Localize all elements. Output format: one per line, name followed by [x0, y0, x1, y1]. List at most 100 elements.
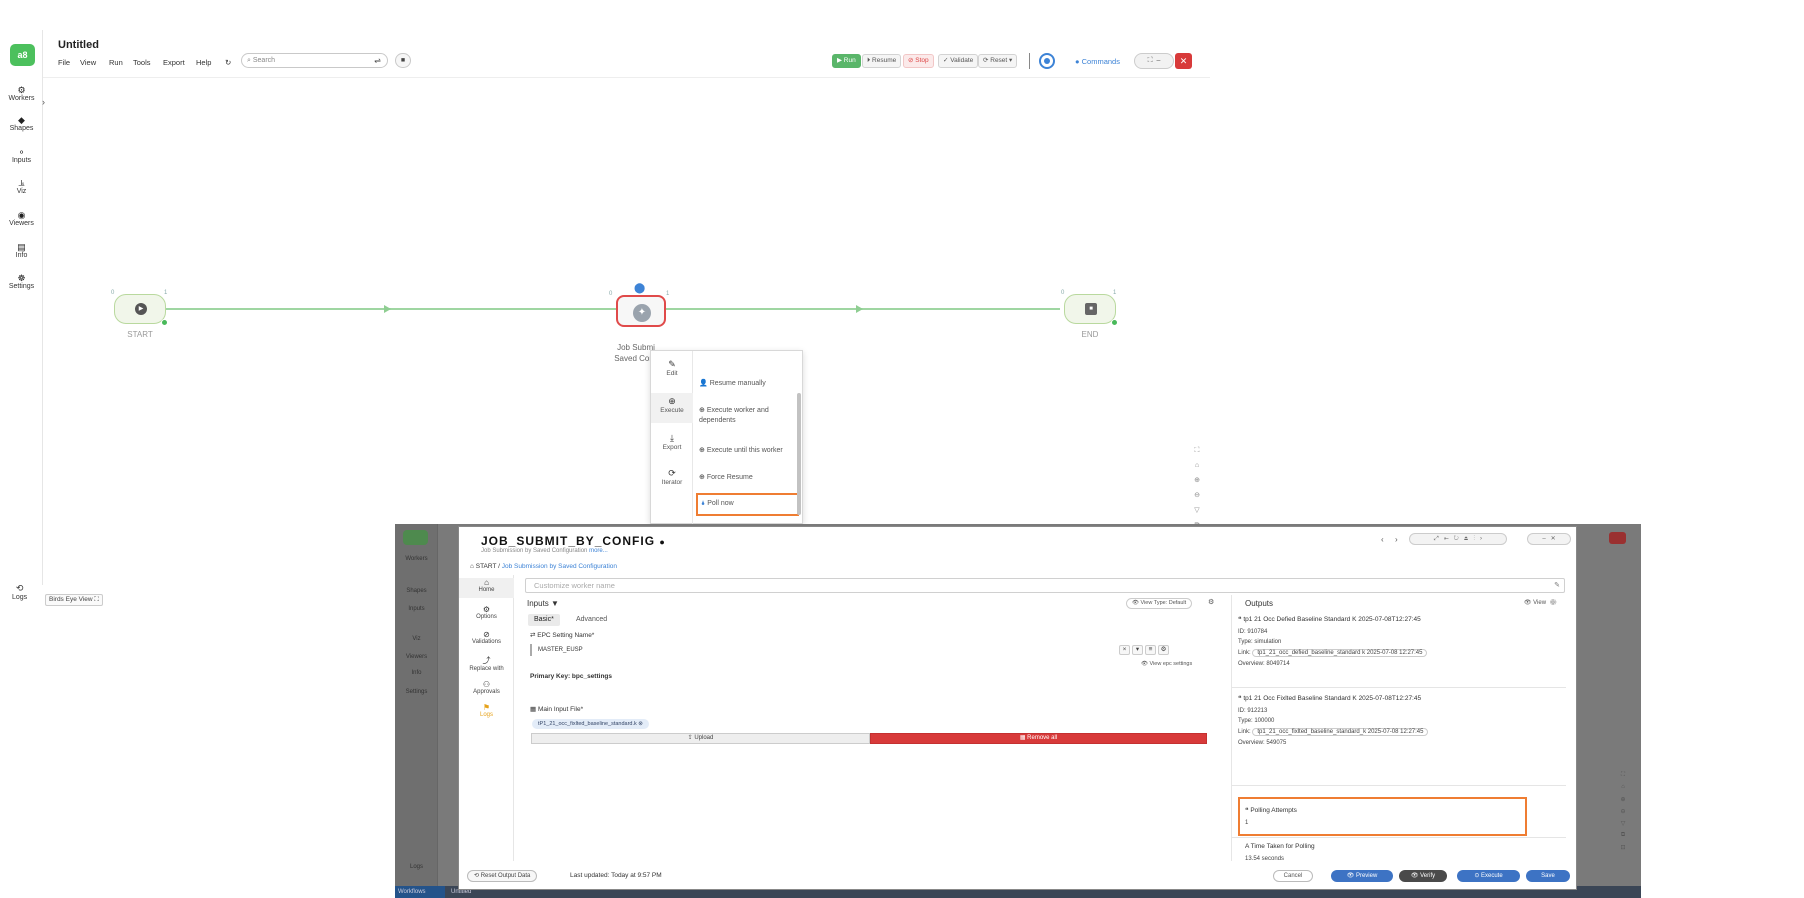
validate-button[interactable]: ✓ Validate [938, 54, 979, 68]
dialog-window-controls[interactable]: – ✕ [1527, 533, 1571, 545]
context-menu-scrollbar[interactable] [797, 393, 801, 515]
view-epc-settings-link[interactable]: 👁 View epc settings [1141, 661, 1192, 667]
job-submit-node[interactable]: ✦ [616, 295, 666, 327]
stop-button[interactable]: ⊘ Stop [903, 54, 934, 68]
end-node[interactable]: ■ [1064, 294, 1118, 326]
dialog-nav-replace-with[interactable]: ⤴ Replace with [459, 655, 514, 672]
birds-eye-view-button[interactable]: Birds Eye View ⛶ [45, 594, 103, 606]
run-button[interactable]: ▶ Run [832, 54, 861, 68]
dialog-action-controls[interactable]: ⤢ ⇤ ↻ ⏏ ⋮ › [1409, 533, 1507, 545]
sidebar-item-logs[interactable]: ⟲ Logs [12, 583, 27, 601]
force-resume-option[interactable]: ⊕ Force Resume [699, 473, 795, 483]
cancel-button[interactable]: Cancel [1273, 870, 1313, 882]
start-node[interactable]: ▶ [114, 294, 168, 326]
preview-button[interactable]: 👁 Preview [1331, 870, 1393, 882]
logs-icon: ⟲ [15, 583, 24, 593]
menu-help[interactable]: Help [196, 58, 211, 67]
menu-run[interactable]: Run [109, 58, 123, 67]
gear-icon: ⚙ [17, 85, 26, 95]
next-worker-chevron-icon[interactable]: › [1395, 535, 1398, 544]
remove-all-button[interactable]: ▦ Remove all [870, 733, 1207, 744]
chevron-down-icon[interactable]: ▾ [1132, 645, 1143, 655]
context-category-iterator[interactable]: ⟳ Iterator [651, 468, 693, 496]
input-file-chip[interactable]: tP1_21_occ_fixlted_baseline_standard.k ⊗ [532, 719, 649, 729]
arrow-icon [856, 305, 863, 313]
fit-icon[interactable]: ⛶ [1189, 443, 1205, 458]
info-icon[interactable]: ● [659, 537, 665, 547]
dialog-nav-approvals[interactable]: ⚇ Approvals [459, 680, 514, 695]
save-button[interactable]: Save [1526, 870, 1570, 882]
context-category-export[interactable]: ⤓ Export [651, 433, 693, 461]
upload-button[interactable]: ⇪ Upload [531, 733, 870, 744]
worker-name-input[interactable]: Customize worker name ✎ [525, 578, 1565, 593]
window-size-controls[interactable]: ⛶ – [1134, 53, 1174, 69]
user-icon: 👤 [699, 380, 708, 387]
eye-icon: ◉ [17, 210, 26, 220]
filter-icon[interactable]: ▽ [1189, 503, 1205, 518]
sidebar-item-viewers[interactable]: ◉ Viewers [0, 210, 43, 227]
bg-sidebar-item: Info [411, 670, 422, 676]
output-link[interactable]: tp1_21_occ_fixlted_baseline_standard_k 2… [1252, 728, 1429, 736]
poll-now-option[interactable]: 🌢 Poll now [696, 493, 799, 516]
resume-manually-option[interactable]: 👤 Resume manually [699, 379, 795, 389]
context-category-execute[interactable]: ⊕ Execute [651, 393, 693, 423]
validation-icon: ⊘ [483, 630, 490, 639]
dialog-footer: ⟲ Reset Output Data Last updated: Today … [459, 867, 1578, 889]
settings-icon[interactable]: ⚙ [1208, 598, 1214, 606]
dialog-nav-validations[interactable]: ⊘ Validations [459, 630, 514, 645]
settings-icon[interactable]: ⚙ [1549, 600, 1557, 606]
status-circle-icon[interactable] [1039, 53, 1055, 69]
view-type-selector[interactable]: 👁 View Type: Default [1126, 598, 1193, 609]
inputs-header[interactable]: Inputs ▼ [527, 599, 559, 608]
sidebar-item-viz[interactable]: ⫡ Viz [0, 178, 43, 195]
left-sidebar: a8 ⚙ Workers ◆ Shapes ⚬ Inputs ⫡ Viz ◉ V… [0, 30, 43, 601]
zoom-out-icon[interactable]: ⊖ [1189, 488, 1205, 503]
edit-icon[interactable]: ✎ [1554, 579, 1560, 592]
execute-until-worker-option[interactable]: ⊕ Execute until this worker [699, 446, 795, 456]
close-window-button[interactable]: ✕ [1175, 53, 1192, 69]
sidebar-item-settings[interactable]: ☸ Settings [0, 273, 43, 290]
tab-advanced[interactable]: Advanced [570, 614, 613, 626]
expand-sidebar-chevron-icon[interactable]: › [42, 97, 45, 107]
home-icon[interactable]: ⌂ [1189, 458, 1205, 473]
commands-link[interactable]: ● Commands [1075, 57, 1120, 66]
context-category-edit[interactable]: ✎ Edit [651, 359, 693, 387]
prev-worker-chevron-icon[interactable]: ‹ [1381, 535, 1384, 544]
clear-icon[interactable]: × [1119, 645, 1130, 655]
close-icon[interactable]: ⊗ [638, 721, 643, 727]
sidebar-item-info[interactable]: ▤ Info [0, 242, 43, 259]
sidebar-item-inputs[interactable]: ⚬ Inputs [0, 147, 43, 164]
search-input[interactable]: ⌕ Search ⇌ [241, 53, 388, 68]
bg-close-button [1609, 532, 1626, 544]
sidebar-item-shapes[interactable]: ◆ Shapes [0, 115, 43, 132]
resume-button[interactable]: ⏵ Resume [862, 54, 902, 68]
menu-tools[interactable]: Tools [133, 58, 151, 67]
reset-output-data-button[interactable]: ⟲ Reset Output Data [467, 870, 538, 882]
flag-icon: ⚑ [482, 703, 491, 712]
outputs-panel: Outputs 👁 View ⚙ ❝ tp1 21 Occ Defied Bas… [1231, 595, 1566, 862]
epc-setting-input[interactable]: MASTER_EUSP [530, 644, 1130, 656]
dialog-nav-home[interactable]: ⌂ Home [459, 578, 514, 598]
menu-export[interactable]: Export [163, 58, 185, 67]
dialog-nav-options[interactable]: ⚙ Options [459, 605, 514, 620]
outputs-view-button[interactable]: 👁 View ⚙ [1524, 599, 1557, 606]
tab-basic[interactable]: Basic* [528, 614, 560, 626]
menu-file[interactable]: File [58, 58, 70, 67]
stop-square-icon[interactable]: ■ [395, 53, 411, 68]
execute-button[interactable]: ⊙ Execute [1457, 870, 1520, 882]
reset-button[interactable]: ⟳ Reset ▾ [978, 54, 1018, 68]
settings-icon[interactable]: ⚙ [1158, 645, 1169, 655]
verify-button[interactable]: 👁 Verify [1399, 870, 1447, 882]
execute-worker-dependents-option[interactable]: ⊕ Execute worker and dependents [699, 406, 795, 426]
output-link[interactable]: tp1_21_occ_defied_baseline_standard k 20… [1252, 649, 1428, 657]
document-title[interactable]: Untitled [58, 39, 99, 51]
more-link[interactable]: more... [589, 548, 608, 554]
history-icon[interactable]: ↻ [225, 58, 231, 67]
filter-icon[interactable]: ⇌ [374, 54, 381, 67]
list-icon[interactable]: ≡ [1145, 645, 1156, 655]
menu-view[interactable]: View [80, 58, 96, 67]
dialog-title: JOB_SUBMIT_BY_CONFIG ● [481, 534, 666, 548]
sidebar-item-workers[interactable]: ⚙ Workers [0, 85, 43, 102]
dialog-nav-logs[interactable]: ⚑ Logs [459, 703, 514, 718]
zoom-in-icon[interactable]: ⊕ [1189, 473, 1205, 488]
